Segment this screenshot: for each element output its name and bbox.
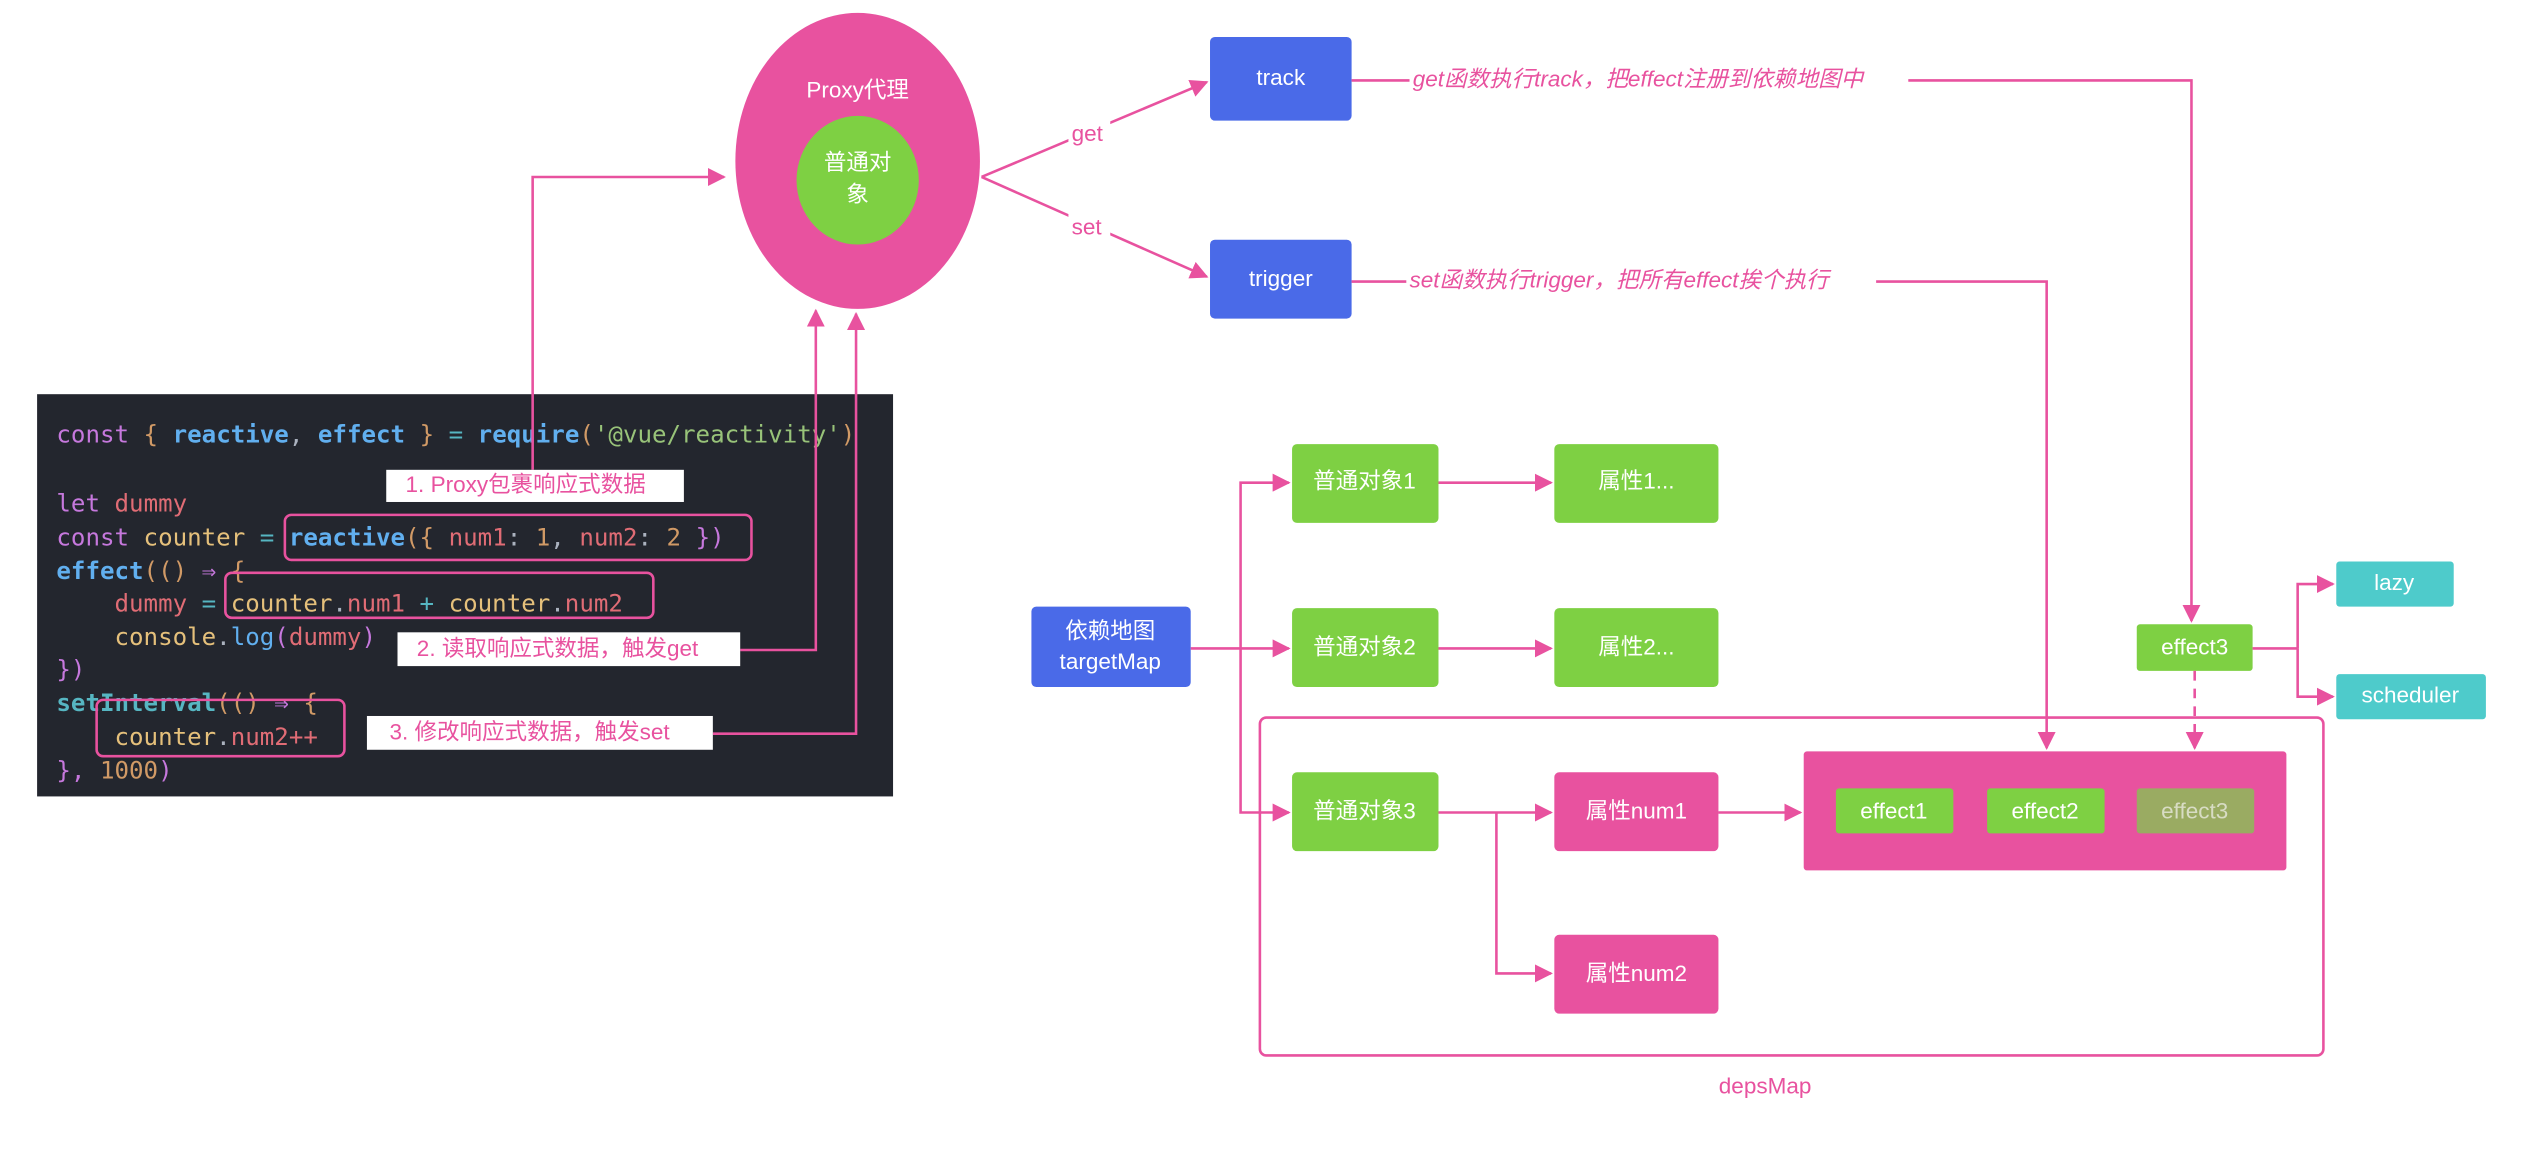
prop-2-label: 属性2... xyxy=(1598,634,1674,659)
code-token: . xyxy=(216,623,231,651)
get-label: get xyxy=(1072,121,1104,146)
object-2-label: 普通对象2 xyxy=(1313,634,1416,659)
step1-label: 1. Proxy包裹响应式数据 xyxy=(406,472,646,497)
code-line: }) xyxy=(56,655,85,683)
code-line: let dummy xyxy=(56,490,187,518)
code-token: log xyxy=(231,623,275,651)
code-token: counter xyxy=(56,723,216,751)
trigger-note: set函数执行trigger，把所有effect挨个执行 xyxy=(1410,268,1833,293)
step3-label: 3. 修改响应式数据，触发set xyxy=(389,720,670,745)
code-token: , xyxy=(550,523,579,551)
code-token: num2 xyxy=(565,589,623,617)
effect3-label: effect3 xyxy=(2161,634,2228,659)
deps-map-label: depsMap xyxy=(1719,1074,1812,1099)
code-token: }, xyxy=(56,757,100,785)
code-token: num2++ xyxy=(231,723,318,751)
code-token: reactive xyxy=(173,420,289,448)
code-token: . xyxy=(550,589,565,617)
code-token: (() xyxy=(216,689,274,717)
code-token: ) xyxy=(841,420,856,448)
code-token: setInterval xyxy=(56,689,216,717)
code-token: 2 xyxy=(667,523,682,551)
code-token: 1 xyxy=(536,523,551,551)
code-token: ( xyxy=(274,623,289,651)
code-token: const xyxy=(56,420,143,448)
code-token: counter xyxy=(449,589,551,617)
prop-num1-label: 属性num1 xyxy=(1586,798,1687,823)
reactivity-diagram: Proxy代理 普通对 象 get set track trigger get函… xyxy=(37,12,2486,1099)
target-map-label-1: 依赖地图 xyxy=(1065,618,1155,643)
code-token: '@vue/reactivity' xyxy=(594,420,841,448)
effect3-scheduler-arrow xyxy=(2296,648,2335,706)
code-token: ) xyxy=(361,623,376,651)
prop-num2-label: 属性num2 xyxy=(1586,961,1687,986)
object-3-label: 普通对象3 xyxy=(1313,798,1416,823)
code-line: const { reactive, effect } = require('@v… xyxy=(56,420,855,448)
code-line: const counter = reactive({ num1: 1, num2… xyxy=(56,523,724,551)
code-token: . xyxy=(332,589,347,617)
set-label: set xyxy=(1072,214,1103,239)
code-token: num2 xyxy=(579,523,637,551)
track-note: get函数执行track，把effect注册到依赖地图中 xyxy=(1413,66,1866,91)
plain-object-label-1: 普通对 xyxy=(824,150,892,175)
code-token: effect xyxy=(56,557,143,585)
step2-label: 2. 读取响应式数据，触发get xyxy=(417,636,699,661)
code-token: }) xyxy=(681,523,725,551)
code-token: ( xyxy=(579,420,594,448)
code-token: ({ xyxy=(405,523,449,551)
code-token: const xyxy=(56,523,143,551)
effect2-label: effect2 xyxy=(2011,798,2078,823)
prop-1-label: 属性1... xyxy=(1598,469,1674,494)
code-token: (() xyxy=(144,557,202,585)
code-token: require xyxy=(478,420,580,448)
lazy-label: lazy xyxy=(2374,570,2415,595)
code-token: { xyxy=(303,689,318,717)
code-token: }) xyxy=(56,655,85,683)
scheduler-label: scheduler xyxy=(2361,683,2459,708)
effect3-faded-label: effect3 xyxy=(2161,798,2228,823)
code-token: . xyxy=(216,723,231,751)
targetmap-branch-3 xyxy=(1239,648,1291,822)
code-token: ) xyxy=(158,757,173,785)
code-token: effect xyxy=(318,420,405,448)
code-token: counter xyxy=(231,589,333,617)
code-token: + xyxy=(420,589,449,617)
code-token: ⇒ xyxy=(274,689,303,717)
effect1-label: effect1 xyxy=(1860,798,1927,823)
proxy-label: Proxy代理 xyxy=(806,78,909,103)
plain-object-ellipse xyxy=(796,115,919,245)
code-line: console.log(dummy) xyxy=(56,623,376,651)
track-label: track xyxy=(1256,65,1306,90)
targetmap-branch-1 xyxy=(1239,473,1291,649)
code-token: : xyxy=(507,523,536,551)
code-token: { xyxy=(144,420,173,448)
code-line: }, 1000) xyxy=(56,757,172,785)
code-token: dummy xyxy=(289,623,362,651)
trigger-label: trigger xyxy=(1249,266,1313,291)
code-token: console xyxy=(56,623,216,651)
code-line: dummy = counter.num1 + counter.num2 xyxy=(56,589,623,617)
target-map-label-2: targetMap xyxy=(1060,649,1161,674)
plain-object-label-2: 象 xyxy=(846,182,869,207)
code-token: dummy xyxy=(115,490,188,518)
effect3-lazy-arrow xyxy=(2296,575,2335,649)
code-token: 1000 xyxy=(100,757,158,785)
code-token: num1 xyxy=(347,589,420,617)
code-token: num1 xyxy=(449,523,507,551)
code-token: reactive xyxy=(289,523,405,551)
code-token: counter xyxy=(144,523,260,551)
code-line: effect(() ⇒ { xyxy=(56,557,245,585)
code-token: } xyxy=(405,420,449,448)
code-token: dummy xyxy=(56,589,201,617)
code-token: { xyxy=(231,557,246,585)
object-1-label: 普通对象1 xyxy=(1313,469,1416,494)
code-token: : xyxy=(637,523,666,551)
track-to-effect3-line xyxy=(1351,79,2201,623)
obj3-num2-arrow xyxy=(1495,812,1553,983)
code-token: = xyxy=(449,420,478,448)
code-token: , xyxy=(289,420,318,448)
code-token: let xyxy=(56,490,114,518)
